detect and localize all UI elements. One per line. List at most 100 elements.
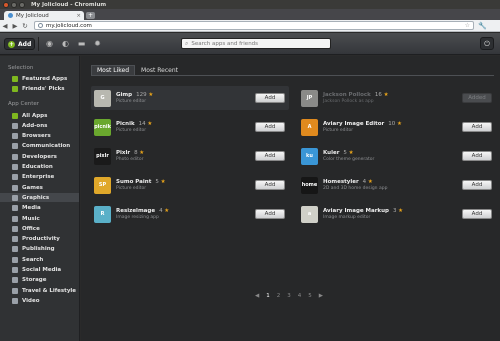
app-description: Picture editor (116, 99, 147, 104)
app-name[interactable]: Aviary Image Editor (323, 121, 384, 127)
pager-next-icon[interactable]: ▶ (319, 293, 323, 299)
category-icon (12, 133, 18, 140)
sidebar-item-developers[interactable]: Developers (0, 152, 79, 161)
add-app-button[interactable]: Add (255, 180, 285, 190)
app-card[interactable]: R Resizelmage 4 ★ Image resizing app Add (91, 202, 289, 226)
app-name[interactable]: Gimp (116, 92, 132, 98)
add-app-button[interactable]: Add (462, 209, 492, 219)
sidebar-item-video[interactable]: Video (0, 296, 79, 305)
tab-most-liked[interactable]: Most Liked (91, 65, 136, 75)
add-app-button[interactable]: Add (255, 209, 285, 219)
app-card[interactable]: A Aviary Image Editor 10 ★ Picture editor Ad… (298, 115, 496, 139)
settings-icon[interactable]: ✹ (92, 39, 103, 49)
sidebar-item-browsers[interactable]: Browsers (0, 132, 79, 141)
search-box[interactable]: ⌕ (181, 38, 331, 49)
window-close-button[interactable] (3, 1, 9, 8)
browser-tab[interactable]: My Jolicloud × (4, 11, 84, 20)
app-card[interactable]: JP Jackson Pollock 16 ★ Jackson Pollock as … (298, 86, 496, 110)
home-icon[interactable]: ◉ (44, 39, 55, 49)
tab-close-icon[interactable]: × (76, 13, 81, 19)
reload-icon[interactable]: ↻ (20, 22, 30, 30)
search-input[interactable] (191, 40, 322, 47)
app-card[interactable]: G Gimp 129 ★ Picture editor Add (91, 86, 289, 110)
sidebar-item-media[interactable]: Media (0, 204, 79, 213)
window-maximize-button[interactable] (19, 1, 25, 8)
pager-page-1[interactable]: 1 (266, 293, 270, 299)
app-icon[interactable]: SP (94, 176, 111, 194)
sidebar-item-add-ons[interactable]: Add-ons (0, 121, 79, 130)
app-description: Picture editor (116, 186, 147, 191)
sidebar-item-office[interactable]: Office (0, 224, 79, 233)
app-rating: 4 ★ (159, 208, 169, 214)
app-name[interactable]: Kuler (323, 150, 339, 156)
app-icon[interactable]: home (301, 176, 318, 194)
added-button[interactable]: Added (462, 93, 492, 103)
add-app-button[interactable]: Add (255, 93, 285, 103)
sidebar-item-music[interactable]: Music (0, 214, 79, 223)
add-button[interactable]: + Add (4, 38, 35, 50)
forward-icon[interactable]: ▶ (10, 22, 20, 30)
app-icon[interactable]: pixlr (94, 147, 111, 165)
back-icon[interactable]: ◀ (0, 22, 10, 30)
sidebar-item-productivity[interactable]: Productivity (0, 235, 79, 244)
pager-prev-icon[interactable]: ◀ (255, 293, 259, 299)
tab-most-recent[interactable]: Most Recent (135, 65, 184, 75)
support-icon[interactable]: ◐ (60, 39, 71, 49)
app-card[interactable]: picnik Picnik 14 ★ Picture editor Add (91, 115, 289, 139)
sidebar-item-education[interactable]: Education (0, 163, 79, 172)
storage-icon[interactable]: ▬ (76, 39, 87, 49)
sidebar-item-friends-picks[interactable]: Friends' Picks (0, 84, 79, 93)
app-name[interactable]: Picnik (116, 121, 135, 127)
sidebar-item-enterprise[interactable]: Enterprise (0, 173, 79, 182)
app-name[interactable]: Homestyler (323, 179, 359, 185)
app-icon[interactable]: a (301, 205, 318, 223)
address-bar[interactable]: my.jolicloud.com ☆ (34, 21, 474, 30)
sidebar-item-featured-apps[interactable]: Featured Apps (0, 74, 79, 83)
app-card[interactable]: SP Sumo Paint 5 ★ Picture editor Add (91, 173, 289, 197)
app-name[interactable]: Aviary Image Markup (323, 208, 389, 214)
new-tab-button[interactable]: + (86, 12, 95, 19)
app-name[interactable]: Jackson Pollock (323, 92, 371, 98)
pager-page-4[interactable]: 4 (298, 293, 302, 299)
sidebar-item-publishing[interactable]: Publishing (0, 245, 79, 254)
add-app-button[interactable]: Add (462, 151, 492, 161)
category-icon (12, 256, 18, 263)
app-icon[interactable]: A (301, 118, 318, 136)
app-rating: 10 ★ (388, 121, 402, 127)
sidebar-item-label: Video (22, 297, 40, 304)
app-description: Image markup editor (323, 215, 371, 220)
app-icon[interactable]: G (94, 89, 111, 107)
app-card[interactable]: a Aviary Image Markup 3 ★ Image markup edit… (298, 202, 496, 226)
app-name[interactable]: Sumo Paint (116, 179, 151, 185)
app-card[interactable]: pixlr Pixlr 8 ★ Photo editor Add (91, 144, 289, 168)
pager-page-3[interactable]: 3 (287, 293, 291, 299)
star-icon: ★ (366, 179, 373, 185)
app-card[interactable]: home Homestyler 4 ★ 2D and 3D home design a… (298, 173, 496, 197)
sidebar-item-social-media[interactable]: Social Media (0, 266, 79, 275)
add-app-button[interactable]: Add (255, 122, 285, 132)
app-name[interactable]: Pixlr (116, 150, 130, 156)
sidebar-item-games[interactable]: Games (0, 183, 79, 192)
app-icon[interactable]: ku (301, 147, 318, 165)
app-card[interactable]: ku Kuler 5 ★ Color theme generator Add (298, 144, 496, 168)
sidebar-item-graphics[interactable]: Graphics (0, 193, 79, 203)
pager-page-2[interactable]: 2 (277, 293, 281, 299)
sidebar-item-search[interactable]: Search (0, 255, 79, 264)
sidebar-item-storage[interactable]: Storage (0, 276, 79, 285)
sidebar-item-travel-lifestyle[interactable]: Travel & Lifestyle (0, 286, 79, 295)
window-minimize-button[interactable] (11, 1, 17, 8)
add-app-button[interactable]: Add (462, 122, 492, 132)
bookmark-star-icon[interactable]: ☆ (465, 22, 470, 29)
pager-page-5[interactable]: 5 (308, 293, 312, 299)
app-icon[interactable]: JP (301, 89, 318, 107)
add-app-button[interactable]: Add (255, 151, 285, 161)
sidebar-item-communication[interactable]: Communication (0, 142, 79, 151)
app-name[interactable]: Resizelmage (116, 208, 155, 214)
wrench-menu-icon[interactable]: 🔧 (478, 22, 487, 30)
app-description: Image resizing app (116, 215, 159, 220)
app-icon[interactable]: R (94, 205, 111, 223)
power-icon[interactable]: ⏻ (480, 37, 494, 50)
app-icon[interactable]: picnik (94, 118, 111, 136)
add-app-button[interactable]: Add (462, 180, 492, 190)
sidebar-item-all-apps[interactable]: All Apps (0, 111, 79, 120)
